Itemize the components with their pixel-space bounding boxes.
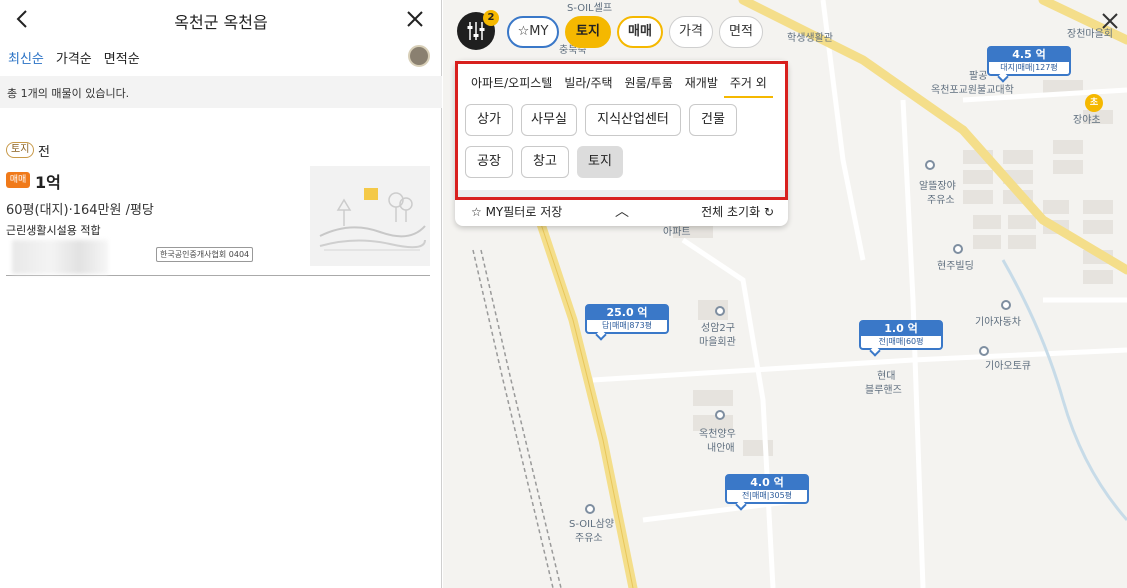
map-label-altteul: 알뜰장야 xyxy=(919,181,956,192)
map-label-kia-auto: 기아오토큐 xyxy=(985,361,1031,372)
car-dealer-icon xyxy=(1001,300,1011,310)
map-label-kia-car: 기아자동차 xyxy=(975,317,1021,328)
agency-badge: 한국공인중개사협회 0404 xyxy=(156,247,254,262)
land-category: 전 xyxy=(38,145,50,160)
map-label-temple: 옥천포교원불교대학 xyxy=(931,85,1014,96)
listing-panel: 옥천군 옥천읍 최신순 가격순 면적순 총 1개의 매물이 있습니다. 토지 전… xyxy=(0,0,442,588)
tab-redevelop[interactable]: 재개발 xyxy=(679,72,724,98)
tab-apartment[interactable]: 아파트/오피스텔 xyxy=(465,72,558,98)
result-count: 총 1개의 매물이 있습니다. xyxy=(7,87,130,100)
marker-price: 25.0 억 xyxy=(587,306,667,320)
map-label-bluehands: 블루핸즈 xyxy=(865,385,902,396)
map-label-seongam: 성암2구 xyxy=(701,323,735,334)
map-label-soil-samyang: S-OIL삼양 xyxy=(569,519,615,530)
blurred-agent-info xyxy=(12,240,108,274)
dropdown-divider xyxy=(455,190,788,198)
gas-station-icon xyxy=(585,504,595,514)
map-label-naeanae: 내안애 xyxy=(707,443,735,454)
listing-card[interactable]: 토지 전 매매 1억 60평(대지)·164만원 /평당 근린생활시설용 적합 … xyxy=(6,138,430,276)
deal-badge: 매매 xyxy=(6,172,30,188)
page-title: 옥천군 옥천읍 xyxy=(174,13,268,32)
price-marker[interactable]: 4.0 억 전|매매|305평 xyxy=(725,474,809,511)
price-marker[interactable]: 4.5 억 대지|매매|127평 xyxy=(987,46,1071,83)
chip-price[interactable]: 가격 xyxy=(669,16,713,48)
map-close-icon[interactable] xyxy=(1099,10,1121,32)
collapse-chevron-icon[interactable]: ︿ xyxy=(615,201,629,221)
save-my-filter-button[interactable]: ☆ MY필터로 저장 xyxy=(471,203,562,220)
repair-shop-icon xyxy=(979,346,989,356)
apartment-icon xyxy=(715,410,725,420)
chip-office[interactable]: 사무실 xyxy=(521,104,577,136)
map-label-palgong: 팔공 xyxy=(969,71,988,82)
map-label-jooyuso: 주유소 xyxy=(927,195,955,206)
map-label-soil-self: S-OIL셀프 xyxy=(567,3,613,14)
filter-count-badge: 2 xyxy=(483,10,499,26)
price-marker[interactable]: 25.0 억 답|매매|873평 xyxy=(585,304,669,341)
panel-header: 옥천군 옥천읍 xyxy=(0,0,442,38)
tab-villa[interactable]: 빌라/주택 xyxy=(558,72,618,98)
star-icon: ☆ xyxy=(471,205,486,219)
result-count-bar: 총 1개의 매물이 있습니다. xyxy=(0,76,442,108)
map-label-hyeonju: 현주빌딩 xyxy=(937,261,974,272)
map-label-hyundai: 현대 xyxy=(877,371,896,382)
listing-thumbnail xyxy=(310,166,430,266)
star-icon: ☆ xyxy=(517,24,530,39)
chip-land-type[interactable]: 토지 xyxy=(577,146,623,178)
map-label-apart: 아파트 xyxy=(663,227,691,238)
chip-area[interactable]: 면적 xyxy=(719,16,763,48)
land-illustration-icon xyxy=(310,166,430,266)
map-label-maeul-hall: 마을회관 xyxy=(699,337,736,348)
close-icon[interactable] xyxy=(404,8,426,30)
type-badge: 토지 xyxy=(6,142,35,158)
map-label-jooyuso2: 주유소 xyxy=(575,533,603,544)
marker-price: 4.0 억 xyxy=(727,476,807,490)
reset-all-button[interactable]: 전체 초기화 ↻ xyxy=(701,203,774,220)
property-type-tabs: 아파트/오피스텔 빌라/주택 원룸/투룸 재개발 주거 외 xyxy=(465,72,773,98)
price-marker[interactable]: 1.0 억 전|매매|60평 xyxy=(859,320,943,357)
map-view[interactable]: S-OIL셀프 충북축 학생생활관 장천마을회 팔공 옥천포교원불교대학 초 장… xyxy=(443,0,1127,588)
village-hall-icon xyxy=(715,306,725,316)
chip-factory[interactable]: 공장 xyxy=(465,146,513,178)
map-label-student-hall: 학생생활관 xyxy=(787,33,833,44)
chip-sale[interactable]: 매매 xyxy=(617,16,663,48)
sort-tabs: 최신순 가격순 면적순 xyxy=(8,48,140,67)
sort-tab-price[interactable]: 가격순 xyxy=(56,48,92,67)
sort-tab-latest[interactable]: 최신순 xyxy=(8,48,44,67)
marker-price: 1.0 억 xyxy=(861,322,941,336)
property-type-dropdown: 아파트/오피스텔 빌라/주택 원룸/투룸 재개발 주거 외 상가 사무실 지식산… xyxy=(455,60,788,226)
chip-building[interactable]: 건물 xyxy=(689,104,737,136)
chip-warehouse[interactable]: 창고 xyxy=(521,146,569,178)
listing-price: 1억 xyxy=(35,173,61,192)
marker-price: 4.5 억 xyxy=(989,48,1069,62)
map-label-okcheon-yangu: 옥천양우 xyxy=(699,429,736,440)
tab-non-residential[interactable]: 주거 외 xyxy=(723,72,773,98)
sort-tab-area[interactable]: 면적순 xyxy=(104,48,140,67)
chip-store[interactable]: 상가 xyxy=(465,104,513,136)
tab-oneroom[interactable]: 원룸/투룸 xyxy=(619,72,679,98)
school-icon: 초 xyxy=(1085,94,1103,112)
chip-knowledge-center[interactable]: 지식산업센터 xyxy=(585,104,681,136)
building-icon xyxy=(953,244,963,254)
map-label-jangya: 장야초 xyxy=(1073,115,1101,126)
gas-station-icon xyxy=(925,160,935,170)
area-text: 60평(대지)·164만원 /평당 xyxy=(6,203,154,218)
chip-my[interactable]: ☆MY xyxy=(507,16,559,48)
chip-land[interactable]: 토지 xyxy=(565,16,611,48)
map-toggle-icon[interactable] xyxy=(408,45,430,67)
listing-note: 근린생활시설용 적합 xyxy=(6,224,101,237)
